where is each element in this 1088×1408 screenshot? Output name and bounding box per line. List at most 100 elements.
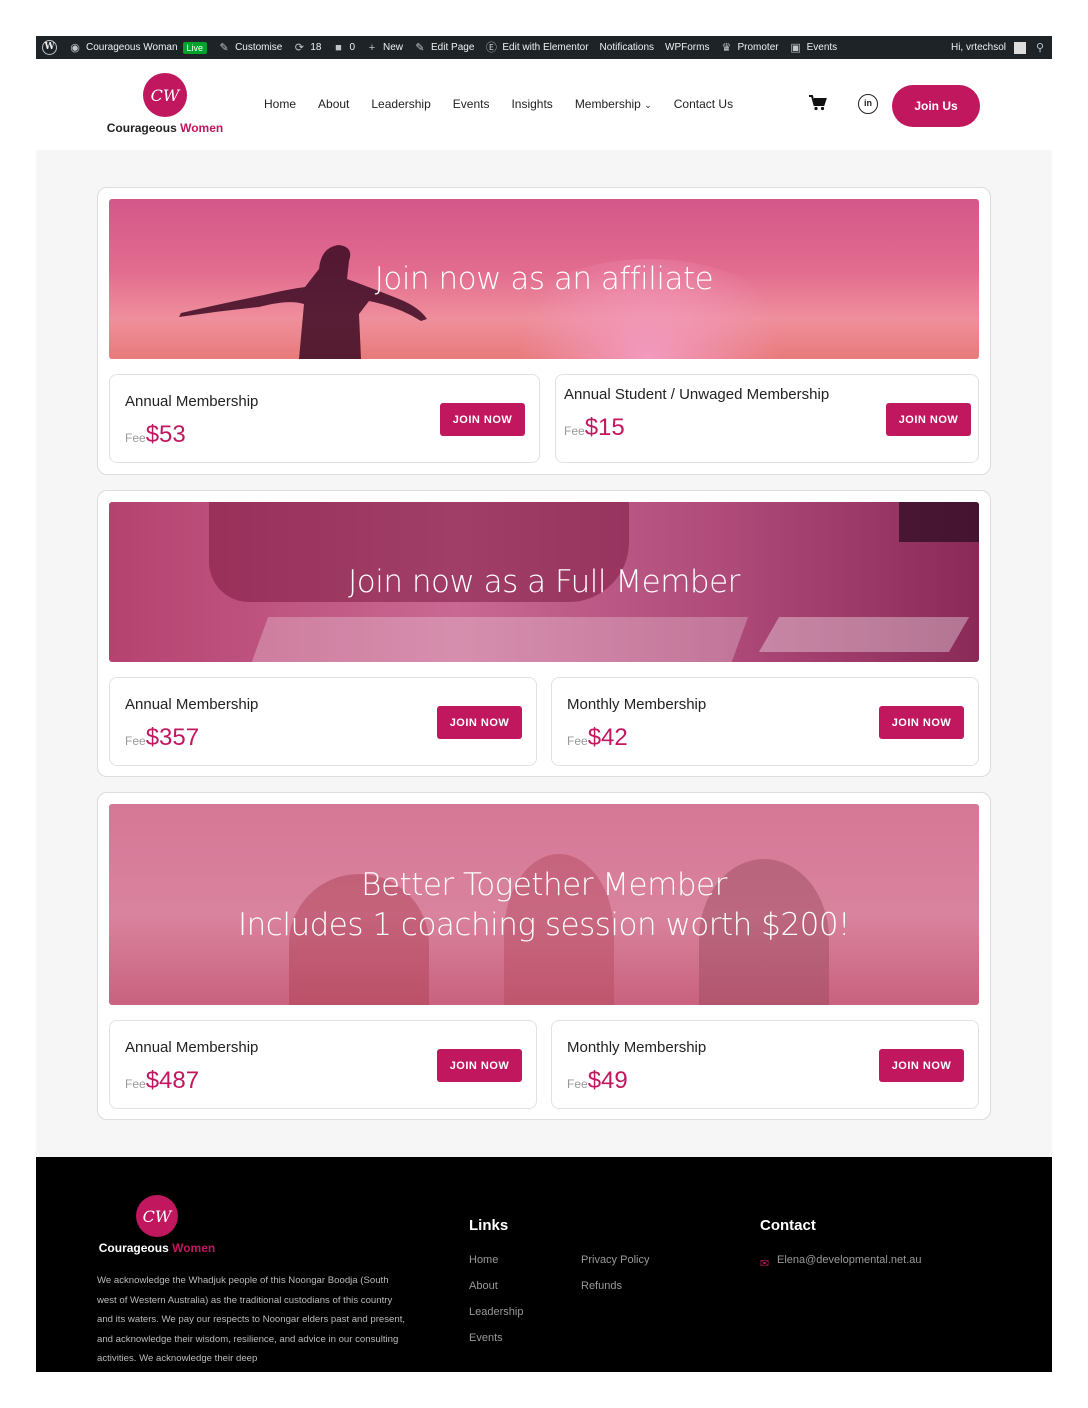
membership-section: Join now as an affiliate Annual Membersh… — [36, 150, 1052, 1157]
logo-mark-icon: CW — [136, 1195, 178, 1237]
plan-price: $15 — [584, 414, 625, 441]
admin-comments[interactable]: ■ 0 — [332, 42, 355, 54]
plan-fee: Fee $42 — [567, 724, 628, 752]
join-us-button[interactable]: Join Us — [892, 85, 980, 127]
site-logo[interactable]: CW Courageous Women — [104, 73, 226, 135]
site-header: CW Courageous Women Home About Leadershi… — [36, 59, 1052, 150]
woman-silhouette-image — [179, 245, 427, 359]
main-nav: Home About Leadership Events Insights Me… — [264, 97, 733, 111]
logo-accent: Women — [180, 121, 224, 135]
plan-fee: Fee $53 — [125, 421, 186, 449]
affiliate-card: Join now as an affiliate Annual Membersh… — [97, 187, 991, 475]
pencil-icon: ✎ — [415, 41, 425, 54]
updates-icon: ⟳ — [294, 41, 304, 54]
plan-fee: Fee $487 — [125, 1067, 199, 1095]
better-together-banner: Better Together Member Includes 1 coachi… — [109, 804, 979, 1005]
chevron-down-icon: ⌄ — [644, 100, 652, 110]
join-now-button[interactable]: JOIN NOW — [437, 1049, 522, 1082]
logo-text: Courageous Women — [104, 121, 226, 135]
fee-label: Fee — [567, 734, 588, 748]
admin-site-name: Courageous Woman — [86, 42, 178, 53]
admin-notifications[interactable]: Notifications — [600, 42, 654, 53]
plan-price: $53 — [145, 421, 186, 448]
nav-leadership[interactable]: Leadership — [371, 97, 430, 111]
admin-new[interactable]: + New — [366, 42, 403, 54]
plan-card: Annual Membership Fee $357 JOIN NOW — [109, 677, 537, 766]
elementor-label: Edit with Elementor — [502, 42, 589, 53]
nav-contact[interactable]: Contact Us — [674, 97, 733, 111]
brush-icon: ✎ — [219, 41, 229, 54]
nav-events[interactable]: Events — [453, 97, 490, 111]
avatar[interactable] — [1014, 41, 1026, 54]
fee-label: Fee — [125, 1077, 146, 1091]
fee-label: Fee — [564, 424, 585, 438]
footer-link-home[interactable]: Home — [469, 1254, 498, 1266]
contact-email[interactable]: Elena@developmental.net.au — [777, 1254, 922, 1266]
admin-updates[interactable]: ⟳ 18 — [293, 41, 322, 54]
logo-mark-icon: CW — [143, 73, 187, 117]
nav-home[interactable]: Home — [264, 97, 296, 111]
footer-link-events[interactable]: Events — [469, 1332, 503, 1344]
site-footer: CW Courageous Women We acknowledge the W… — [36, 1157, 1052, 1372]
notifications-label: Notifications — [599, 42, 655, 53]
customise-label: Customise — [235, 42, 283, 53]
plan-price: $49 — [587, 1067, 628, 1094]
comments-count: 0 — [349, 42, 355, 53]
full-member-card: Join now as a Full Member Annual Members… — [97, 490, 991, 777]
join-now-button[interactable]: JOIN NOW — [886, 403, 971, 436]
footer-link-refunds[interactable]: Refunds — [581, 1280, 622, 1292]
wpforms-label: WPForms — [665, 42, 710, 53]
new-label: New — [383, 42, 404, 53]
plan-price: $487 — [145, 1067, 200, 1094]
join-now-button[interactable]: JOIN NOW — [440, 403, 525, 436]
nav-membership[interactable]: Membership ⌄ — [575, 97, 652, 111]
promoter-label: Promoter — [737, 42, 779, 53]
linkedin-icon[interactable]: in — [858, 94, 878, 114]
fee-label: Fee — [125, 431, 146, 445]
page-frame: W ◉ Courageous Woman Live ✎ Customise ⟳ … — [36, 36, 1052, 1372]
plan-fee: Fee $49 — [567, 1067, 628, 1095]
admin-events[interactable]: ▣ Events — [790, 41, 838, 54]
better-together-title: Better Together Member Includes 1 coachi… — [238, 865, 851, 945]
admin-wpforms[interactable]: WPForms — [665, 42, 709, 53]
footer-link-about[interactable]: About — [469, 1280, 498, 1292]
plan-name: Monthly Membership — [567, 696, 707, 713]
events-label: Events — [806, 42, 838, 53]
nav-about[interactable]: About — [318, 97, 349, 111]
admin-customise[interactable]: ✎ Customise — [218, 42, 282, 54]
better-together-card: Better Together Member Includes 1 coachi… — [97, 792, 991, 1120]
join-now-button[interactable]: JOIN NOW — [879, 1049, 964, 1082]
nav-membership-label: Membership — [574, 97, 641, 111]
live-badge: Live — [182, 41, 208, 54]
plus-icon: + — [368, 41, 376, 54]
cart-icon[interactable] — [809, 95, 827, 116]
calendar-icon: ▣ — [790, 41, 801, 54]
plan-card: Monthly Membership Fee $42 JOIN NOW — [551, 677, 979, 766]
acknowledgement-text: We acknowledge the Whadjuk people of thi… — [97, 1275, 406, 1364]
plan-card: Annual Membership Fee $487 JOIN NOW — [109, 1020, 537, 1109]
dashboard-icon: ◉ — [70, 41, 80, 54]
admin-greeting[interactable]: Hi, vrtechsol — [951, 42, 1006, 53]
footer-link-leadership[interactable]: Leadership — [469, 1306, 523, 1318]
wordpress-logo-icon[interactable]: W — [42, 40, 57, 55]
admin-site-link[interactable]: ◉ Courageous Woman Live — [69, 41, 208, 54]
email-icon: ✉ — [760, 1258, 770, 1270]
plan-price: $357 — [145, 724, 200, 751]
footer-logo-name: Courageous — [98, 1241, 169, 1255]
promoter-icon: ♛ — [721, 41, 732, 54]
plan-card: Monthly Membership Fee $49 JOIN NOW — [551, 1020, 979, 1109]
plan-fee: Fee $357 — [125, 724, 199, 752]
footer-logo[interactable]: CW Courageous Women — [96, 1195, 218, 1255]
paper-shape — [249, 617, 749, 662]
admin-promoter[interactable]: ♛ Promoter — [720, 41, 779, 54]
nav-insights[interactable]: Insights — [511, 97, 552, 111]
plan-card: Annual Membership Fee $53 JOIN NOW — [109, 374, 540, 463]
footer-link-privacy[interactable]: Privacy Policy — [581, 1254, 649, 1266]
join-now-button[interactable]: JOIN NOW — [879, 706, 964, 739]
footer-logo-accent: Women — [172, 1241, 216, 1255]
join-now-button[interactable]: JOIN NOW — [437, 706, 522, 739]
plan-price: $42 — [587, 724, 628, 751]
admin-elementor[interactable]: Ⓔ Edit with Elementor — [485, 42, 589, 54]
admin-edit-page[interactable]: ✎ Edit Page — [414, 42, 474, 54]
search-icon[interactable]: ⚲ — [1034, 42, 1046, 54]
